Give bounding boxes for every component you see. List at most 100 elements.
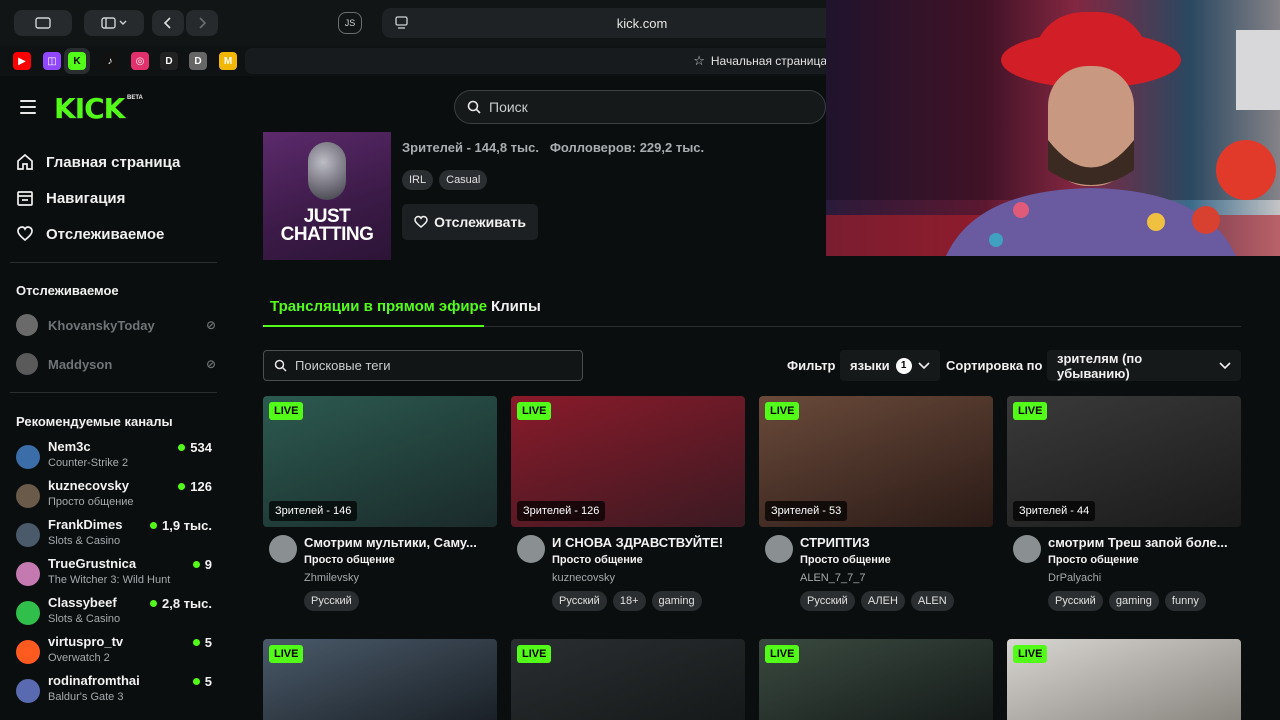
stream-category[interactable]: Просто общение xyxy=(552,554,643,566)
youtube-bookmark[interactable]: ▶ xyxy=(12,51,32,71)
address-bar[interactable]: kick.com xyxy=(382,8,902,38)
sort-dropdown[interactable]: зрителям (по убыванию) xyxy=(1047,350,1241,381)
avatar[interactable] xyxy=(765,535,793,563)
dl-bookmark[interactable]: D xyxy=(159,51,179,71)
kick-bookmark[interactable]: K xyxy=(64,48,90,74)
follow-category-button[interactable]: Отслеживать xyxy=(402,204,538,240)
avatar xyxy=(16,353,38,375)
heart-icon xyxy=(17,226,33,242)
channel-name: Classybeef xyxy=(48,595,117,610)
search-input[interactable] xyxy=(489,99,789,115)
d-bookmark[interactable]: D xyxy=(188,51,208,71)
recommended-channel[interactable]: kuznecovsky Просто общение 126 xyxy=(16,478,212,514)
stream-category[interactable]: Просто общение xyxy=(304,554,395,566)
stream-tag[interactable]: Русский xyxy=(304,591,359,611)
menu-icon[interactable] xyxy=(20,100,36,114)
viewer-count: 2,8 тыс. xyxy=(150,596,212,611)
avatar[interactable] xyxy=(269,535,297,563)
live-badge: LIVE xyxy=(517,645,552,663)
filter-label: Фильтр xyxy=(787,358,836,373)
stream-tag[interactable]: Русский xyxy=(1048,591,1103,611)
instagram-bookmark[interactable]: ◎ xyxy=(130,51,150,71)
stream-title[interactable]: СТРИПТИЗ xyxy=(800,535,992,550)
stream-thumbnail[interactable]: LIVE xyxy=(1007,639,1241,720)
stream-thumbnail[interactable]: LIVE xyxy=(511,639,745,720)
recommended-channel[interactable]: FrankDimes Slots & Casino 1,9 тыс. xyxy=(16,517,212,553)
stream-title[interactable]: смотрим Треш запой боле... xyxy=(1048,535,1240,550)
stream-thumbnail[interactable]: LIVE xyxy=(759,639,993,720)
avatar[interactable] xyxy=(517,535,545,563)
recommended-channel[interactable]: Classybeef Slots & Casino 2,8 тыс. xyxy=(16,595,212,631)
avatar xyxy=(16,523,40,547)
category-tag[interactable]: Casual xyxy=(439,170,488,190)
stream-channel[interactable]: kuznecovsky xyxy=(552,572,615,584)
m-bookmark[interactable]: M xyxy=(218,51,238,71)
sidebar-layout-icon xyxy=(101,17,127,29)
sidebar-toggle-button[interactable] xyxy=(14,10,72,36)
recommended-channel[interactable]: Nem3c Counter-Strike 2 534 xyxy=(16,439,212,475)
stream-thumbnail[interactable]: LIVE Зрителей - 44 xyxy=(1007,396,1241,527)
stream-thumbnail[interactable]: LIVE Зрителей - 53 xyxy=(759,396,993,527)
stream-tag[interactable]: 18+ xyxy=(612,591,646,611)
star-icon: ☆ xyxy=(693,53,705,68)
recommended-channel[interactable]: rodinafromthai Baldur's Gate 3 5 xyxy=(16,673,212,709)
channel-category: Baldur's Gate 3 xyxy=(48,691,124,703)
nav-home[interactable]: Главная страница xyxy=(16,153,180,171)
avatar xyxy=(16,445,40,469)
stream-title[interactable]: Смотрим мультики, Саму... xyxy=(304,535,496,550)
js-extension-button[interactable]: JS xyxy=(338,12,362,34)
avatar[interactable] xyxy=(1013,535,1041,563)
stream-tag[interactable]: gaming xyxy=(1108,591,1159,611)
stream-tag[interactable]: ALEN xyxy=(910,591,954,611)
tab-live-streams[interactable]: Трансляции в прямом эфире xyxy=(270,298,487,315)
stream-tags: Русский 18+ gaming xyxy=(552,591,702,611)
stream-tag[interactable]: АЛЕН xyxy=(860,591,905,611)
live-dot-icon xyxy=(178,444,186,451)
languages-dropdown[interactable]: языки 1 xyxy=(840,350,940,381)
tiktok-bookmark[interactable]: ♪ xyxy=(100,51,120,71)
stream-tag[interactable]: gaming xyxy=(651,591,702,611)
back-button[interactable] xyxy=(152,10,184,36)
stream-channel[interactable]: Zhmilevsky xyxy=(304,572,359,584)
stream-category[interactable]: Просто общение xyxy=(1048,554,1139,566)
nav-home-label: Главная страница xyxy=(46,153,181,171)
stream-thumbnail[interactable]: LIVE Зрителей - 126 xyxy=(511,396,745,527)
live-badge: LIVE xyxy=(1013,402,1048,420)
tag-search[interactable] xyxy=(263,350,583,381)
stream-category[interactable]: Просто общение xyxy=(800,554,891,566)
forward-button[interactable] xyxy=(186,10,218,36)
category-stats: Зрителей - 144,8 тыс. Фолловеров: 229,2 … xyxy=(402,140,705,155)
nav-browse[interactable]: Навигация xyxy=(16,189,125,207)
stream-thumbnail[interactable]: LIVE Зрителей - 146 xyxy=(263,396,497,527)
tab-layout-button[interactable] xyxy=(84,10,144,36)
stream-tag[interactable]: Русский xyxy=(800,591,855,611)
tag-search-input[interactable] xyxy=(295,358,565,373)
nav-following[interactable]: Отслеживаемое xyxy=(16,225,164,243)
stream-channel[interactable]: DrPalyachi xyxy=(1048,572,1101,584)
offline-icon: ⊘ xyxy=(205,318,216,332)
tab-clips[interactable]: Клипы xyxy=(491,298,541,315)
category-tags: IRL Casual xyxy=(402,170,488,190)
following-name: KhovanskyToday xyxy=(48,317,155,333)
stream-card: LIVE Зрителей - 53 СТРИПТИЗ Просто общение A… xyxy=(759,396,993,612)
stream-title[interactable]: И СНОВА ЗДРАВСТВУЙТЕ! xyxy=(552,535,744,550)
kick-logo[interactable]: KICK xyxy=(54,92,125,125)
following-item[interactable]: KhovanskyToday ⊘ xyxy=(16,314,216,336)
offline-icon: ⊘ xyxy=(205,357,216,371)
stream-thumbnail[interactable]: LIVE xyxy=(263,639,497,720)
stream-tags: Русский gaming funny xyxy=(1048,591,1206,611)
avatar xyxy=(16,640,40,664)
stream-channel[interactable]: ALEN_7_7_7 xyxy=(800,572,865,584)
stream-tag[interactable]: funny xyxy=(1164,591,1206,611)
recommended-channel[interactable]: virtuspro_tv Overwatch 2 5 xyxy=(16,634,212,670)
home-page-tab[interactable]: ☆ Начальная страница xyxy=(245,48,835,74)
stream-tag[interactable]: Русский xyxy=(552,591,607,611)
dl-icon: D xyxy=(160,52,178,70)
recommended-channel[interactable]: TrueGrustnica The Witcher 3: Wild Hunt 9 xyxy=(16,556,212,592)
channel-category: The Witcher 3: Wild Hunt xyxy=(48,574,171,586)
twitch-bookmark[interactable]: ◫ xyxy=(42,51,62,71)
following-item[interactable]: Maddyson ⊘ xyxy=(16,353,216,375)
category-tag[interactable]: IRL xyxy=(402,170,434,190)
search-bar[interactable] xyxy=(454,90,826,124)
kick-icon: K xyxy=(68,52,86,70)
